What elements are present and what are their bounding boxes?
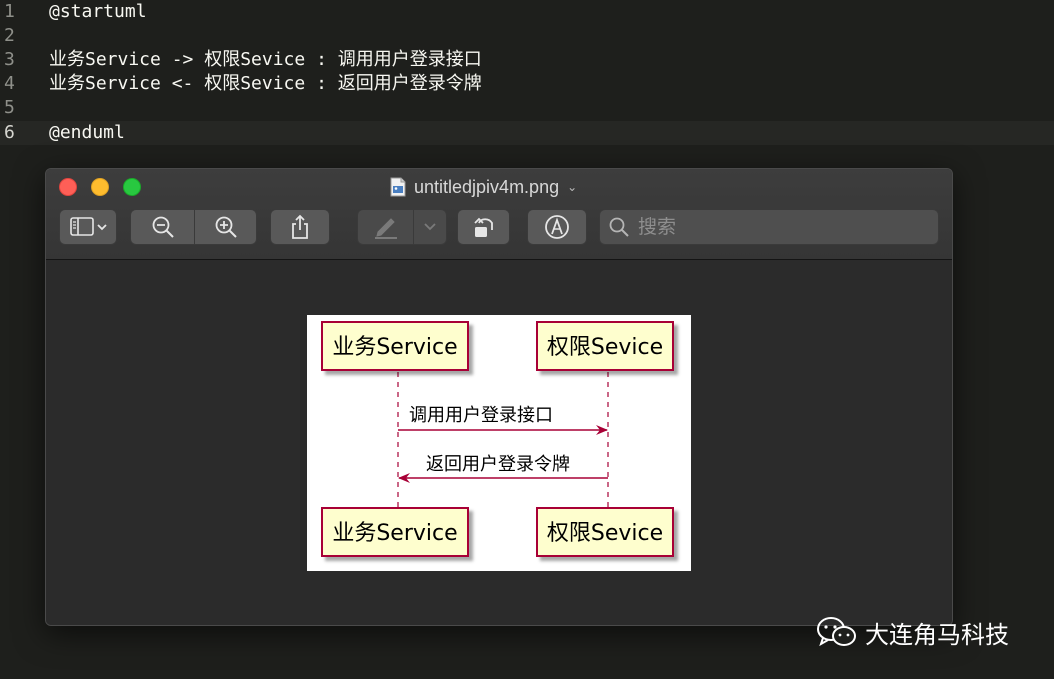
editor-line-3[interactable]: 3 业务Service -> 权限Sevice : 调用用户登录接口	[0, 48, 1054, 72]
editor-line-1[interactable]: 1 @startuml	[0, 0, 1054, 24]
search-field[interactable]	[599, 209, 939, 245]
code-text[interactable]: 业务Service -> 权限Sevice : 调用用户登录接口	[49, 48, 482, 72]
window-title-text: untitledjpiv4m.png	[414, 177, 560, 197]
window-title[interactable]: untitledjpiv4m.png ⌄	[390, 175, 577, 199]
sequence-diagram-image: 业务Service 权限Sevice 调用用户登录接口 返回用户登录令牌 业务S…	[307, 315, 691, 571]
rotate-button[interactable]	[457, 209, 510, 245]
minimize-window-button[interactable]	[91, 178, 109, 196]
search-icon	[609, 217, 629, 237]
zoom-button-group[interactable]	[130, 209, 257, 245]
watermark-text: 大连角马科技	[865, 620, 1009, 649]
close-window-button[interactable]	[59, 178, 77, 196]
chevron-down-icon[interactable]: ⌄	[567, 175, 577, 199]
editor-line-4[interactable]: 4 业务Service <- 权限Sevice : 返回用户登录令牌	[0, 72, 1054, 96]
participant-business-top: 业务Service	[321, 321, 469, 371]
image-canvas[interactable]: 业务Service 权限Sevice 调用用户登录接口 返回用户登录令牌 业务S…	[46, 260, 952, 625]
preview-window[interactable]: untitledjpiv4m.png ⌄ 搜索 业务Service 权限Sevi…	[45, 168, 953, 626]
line-number: 5	[4, 97, 15, 118]
message-label-request: 调用用户登录接口	[409, 405, 553, 426]
pen-icon	[374, 218, 397, 239]
editor-line-5[interactable]: 5	[0, 96, 1054, 120]
markup-toolbar-button[interactable]	[527, 209, 587, 245]
sidebar-view-button[interactable]	[59, 209, 117, 245]
message-label-response: 返回用户登录令牌	[426, 454, 570, 475]
share-icon	[292, 214, 308, 239]
zoom-in-icon	[215, 216, 237, 238]
zoom-in-button[interactable]	[195, 210, 257, 244]
code-text[interactable]: @startuml	[49, 0, 147, 24]
editor-line-2[interactable]: 2	[0, 24, 1054, 48]
code-text[interactable]: @enduml	[49, 121, 125, 145]
markup-button-group[interactable]	[357, 209, 447, 245]
highlight-button[interactable]	[358, 210, 413, 244]
watermark: 大连角马科技	[815, 612, 1009, 652]
share-button[interactable]	[270, 209, 330, 245]
rotate-icon	[473, 217, 493, 237]
line-number: 2	[4, 25, 15, 46]
line-number: 1	[4, 1, 15, 22]
participant-auth-bottom: 权限Sevice	[536, 507, 674, 557]
line-number: 3	[4, 49, 15, 70]
zoom-window-button[interactable]	[123, 178, 141, 196]
line-number: 6	[4, 122, 15, 143]
sidebar-icon	[70, 217, 107, 236]
png-file-icon	[390, 177, 406, 197]
participant-auth-top: 权限Sevice	[536, 321, 674, 371]
participant-business-bottom: 业务Service	[321, 507, 469, 557]
window-titlebar[interactable]: untitledjpiv4m.png ⌄	[46, 169, 952, 260]
markup-icon	[545, 215, 569, 239]
zoom-out-icon	[152, 216, 174, 238]
line-number: 4	[4, 73, 15, 94]
chevron-down-icon	[424, 223, 436, 231]
wechat-icon	[817, 617, 856, 647]
highlight-menu-button[interactable]	[414, 210, 446, 244]
search-input[interactable]	[636, 215, 920, 239]
zoom-out-button[interactable]	[131, 210, 194, 244]
code-text[interactable]: 业务Service <- 权限Sevice : 返回用户登录令牌	[49, 72, 482, 96]
editor-line-6[interactable]: 6 @enduml	[0, 121, 1054, 145]
